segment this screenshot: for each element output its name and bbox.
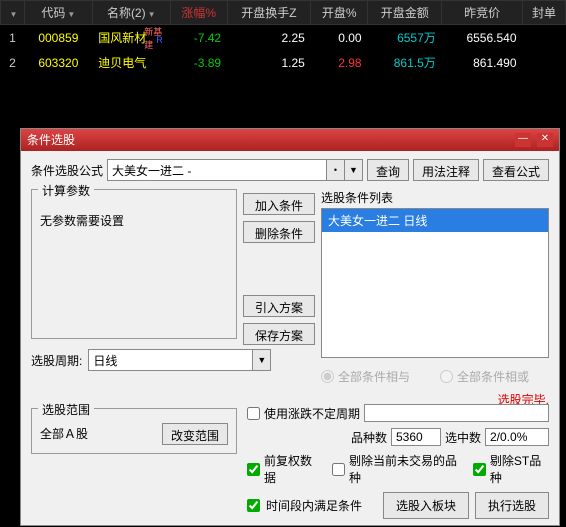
dialog-title: 条件选股: [27, 129, 75, 151]
scope-legend: 选股范围: [38, 401, 94, 418]
condition-stock-dialog: 条件选股 — ✕ 条件选股公式 • ▼ 查询 用法注释 查看公式 计算参数 无参…: [20, 128, 560, 526]
count-value: 5360: [391, 428, 441, 446]
col-openpct[interactable]: 开盘%: [311, 1, 368, 25]
scope-fieldset: 选股范围 全部Ａ股 改变范围: [31, 408, 237, 454]
col-pct[interactable]: 涨幅%: [170, 1, 227, 25]
combo-clear-icon[interactable]: •: [326, 160, 344, 180]
param-legend: 计算参数: [38, 182, 94, 199]
save-scheme-button[interactable]: 保存方案: [243, 323, 315, 345]
col-seal[interactable]: 封单: [523, 1, 566, 25]
selected-value: 2/0.0%: [485, 428, 549, 446]
period-label: 选股周期:: [31, 352, 82, 369]
formula-combo[interactable]: • ▼: [107, 159, 363, 181]
cond-list-label: 选股条件列表: [321, 189, 549, 206]
usage-button[interactable]: 用法注释: [413, 159, 479, 181]
to-block-button[interactable]: 选股入板块: [383, 492, 469, 519]
view-formula-button[interactable]: 查看公式: [483, 159, 549, 181]
execute-button[interactable]: 执行选股: [475, 492, 549, 519]
minimize-button[interactable]: —: [515, 133, 531, 147]
formula-label: 条件选股公式: [31, 162, 103, 179]
count-label: 品种数: [351, 429, 387, 446]
col-prev[interactable]: 昨竞价: [442, 1, 523, 25]
var-period-input[interactable]: [364, 404, 549, 422]
col-code[interactable]: 代码▼: [25, 1, 93, 25]
col-name[interactable]: 名称(2)▼: [92, 1, 170, 25]
add-condition-button[interactable]: 加入条件: [243, 193, 315, 215]
stock-table: ▼ 代码▼ 名称(2)▼ 涨幅% 开盘换手Z 开盘% 开盘金额 昨竞价 封单 1…: [0, 0, 566, 75]
use-var-period-checkbox[interactable]: [247, 407, 260, 420]
col-amt[interactable]: 开盘金额: [368, 1, 442, 25]
condition-item[interactable]: 大美女一进二 日线: [322, 209, 548, 232]
condition-list[interactable]: 大美女一进二 日线: [321, 208, 549, 358]
formula-input[interactable]: [108, 160, 326, 180]
param-text: 无参数需要设置: [40, 212, 228, 229]
param-fieldset: 计算参数 无参数需要设置: [31, 189, 237, 339]
col-arrow[interactable]: ▼: [1, 1, 25, 25]
table-row[interactable]: 2 603320 迪贝电气 -3.89 1.25 2.98 861.5万 861…: [1, 50, 566, 75]
import-scheme-button[interactable]: 引入方案: [243, 295, 315, 317]
fq-checkbox[interactable]: [247, 463, 260, 476]
col-turn[interactable]: 开盘换手Z: [227, 1, 311, 25]
close-button[interactable]: ✕: [537, 133, 553, 147]
delete-condition-button[interactable]: 删除条件: [243, 221, 315, 243]
titlebar[interactable]: 条件选股 — ✕: [21, 129, 559, 151]
remove-nontrade-checkbox[interactable]: [332, 463, 345, 476]
period-input[interactable]: [89, 350, 252, 370]
table-row[interactable]: 1 000859 国风新材新基建R -7.42 2.25 0.00 6557万 …: [1, 25, 566, 51]
use-var-period-label: 使用涨跌不定周期: [264, 405, 360, 422]
change-scope-button[interactable]: 改变范围: [162, 423, 228, 445]
query-button[interactable]: 查询: [367, 159, 409, 181]
radio-or: 全部条件相或: [440, 368, 529, 385]
radio-and: 全部条件相与: [321, 368, 410, 385]
time-cond-checkbox[interactable]: [247, 499, 260, 512]
selected-label: 选中数: [445, 429, 481, 446]
remove-st-checkbox[interactable]: [473, 463, 486, 476]
chevron-down-icon[interactable]: ▼: [344, 160, 362, 180]
